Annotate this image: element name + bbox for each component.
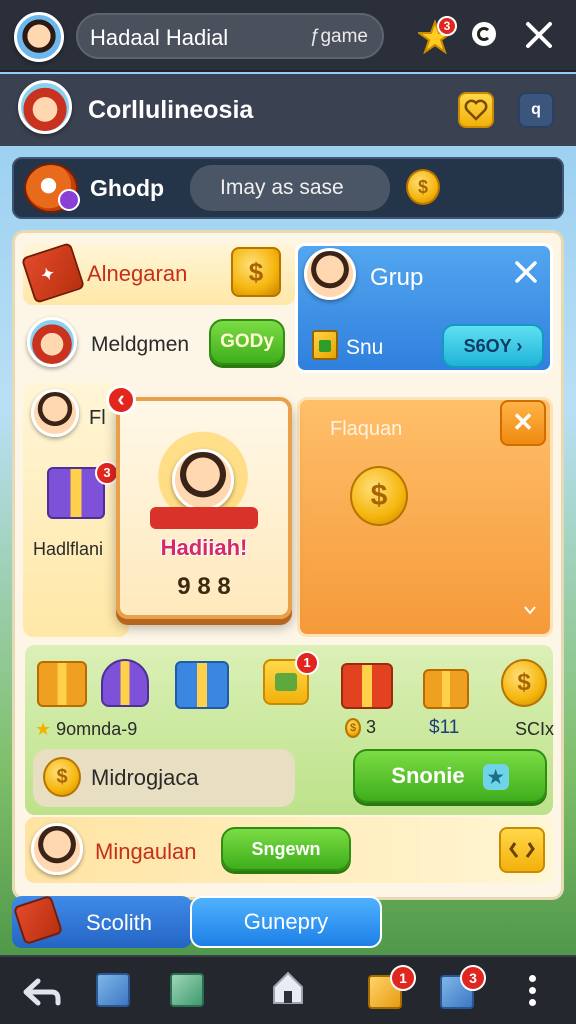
friend-avatar (31, 389, 79, 437)
popup-title: Hadiiah! (160, 535, 248, 560)
filter-pill-text: Imay as sase (220, 176, 344, 199)
search-button[interactable]: q (518, 92, 554, 128)
fl-label: Fl (89, 407, 106, 429)
link-icon (509, 842, 535, 858)
group-title: Grup (370, 264, 424, 291)
search-icon: q (531, 101, 541, 118)
ticket-icon (12, 894, 64, 946)
search-input[interactable]: Hadaal Hadial ƒgame (76, 13, 384, 59)
rewards-badge: 1 (295, 651, 319, 675)
reward-popup[interactable]: ‹ Hadiiah! 9 8 8 (106, 385, 292, 619)
popup-digits: 9 8 8 (177, 573, 231, 600)
card-alnegaran[interactable]: ✦ Alnegaran $ (20, 242, 295, 305)
reward-val1: $ 3 (345, 717, 376, 739)
member-action-button[interactable]: GODу (209, 319, 285, 365)
card-title: Alnegaran (87, 261, 188, 286)
rewards-label: ★ 9omnda-9 (35, 719, 138, 739)
chest-badge: 1 (390, 965, 416, 991)
close-icon[interactable] (524, 20, 554, 50)
shirt-shape (150, 507, 258, 529)
left-gift-card[interactable]: Fl 3 Hadlflani (23, 383, 129, 637)
rewards-left-text: 9omnda-9 (56, 719, 138, 739)
rewards-card: 1 $ ★ 9omnda-9 $ 3 $11 SCIx $ Midrogjaca… (25, 645, 555, 815)
box-badge: 3 (460, 965, 486, 991)
popup-avatar (172, 449, 234, 511)
orange-card-title: Flaquan (330, 418, 403, 440)
ticket-icon: ✦ (20, 242, 86, 304)
settings-icon[interactable] (472, 22, 496, 46)
coin-icon: $ (406, 169, 440, 205)
search-suffix: ƒgame (309, 26, 368, 47)
close-group-icon[interactable] (512, 258, 542, 288)
gift-icon-4[interactable] (341, 663, 393, 709)
bottom-row-avatar (31, 823, 83, 875)
gift-icon-3[interactable] (175, 661, 229, 709)
member-avatar (27, 317, 77, 367)
page-title: Corllulineosia (88, 96, 254, 124)
member-name: Meldgmen (91, 333, 190, 356)
reward-val2: $11 (429, 717, 460, 738)
close-orange-button[interactable]: ✕ (500, 400, 546, 446)
heart-icon (464, 99, 488, 121)
midrow-action-button[interactable]: Snonie ★ (353, 749, 547, 803)
group-action-button[interactable]: S6OY › (442, 324, 544, 368)
midrow-coin-icon: $ (43, 757, 81, 797)
search-row: Ghodp Imay as sase $ (12, 157, 564, 219)
back-icon[interactable]: ‹ (106, 385, 136, 415)
star-icon: ★ (482, 764, 509, 791)
bottom-row-card[interactable]: Mingaulan Sngewn (25, 817, 553, 883)
header-row: Corllulineosia q (0, 74, 576, 146)
card-item-icon (312, 330, 338, 360)
bottom-row-label: Mingaulan (95, 839, 197, 864)
group-avatar (304, 248, 356, 300)
gift-icon-5[interactable] (423, 669, 469, 709)
gift-label: Hadlflani (33, 539, 104, 559)
home-icon[interactable] (270, 969, 306, 1007)
chevron-down-icon[interactable] (522, 602, 538, 618)
group-card[interactable]: Grup Snu S6OY › (295, 243, 553, 373)
heart-button[interactable] (458, 92, 494, 128)
bottom-row-icon-button[interactable] (499, 827, 545, 873)
user-avatar[interactable] (14, 12, 64, 62)
filter-pill[interactable]: Imay as sase (190, 165, 390, 211)
top-bar: Hadaal Hadial ƒgame 3 (0, 0, 576, 72)
footer-tab[interactable]: Scolith (12, 894, 192, 948)
group-item-label: Snu (346, 336, 384, 359)
midrow-label: Midrogjaca (91, 765, 199, 790)
back-arrow-icon[interactable] (22, 975, 62, 1009)
more-menu-icon[interactable] (526, 975, 538, 1009)
gift-icon-1[interactable] (37, 661, 87, 707)
orange-card[interactable]: Flaquan ✕ $ (297, 397, 553, 637)
footer-main-button[interactable]: Gunepry (190, 896, 382, 948)
profile-avatar[interactable] (18, 80, 72, 134)
bottom-row-button[interactable]: Sngewn (221, 827, 351, 871)
notification-badge: 3 (437, 16, 457, 36)
reward-val3: SCIx (515, 719, 555, 739)
cube-icon-1[interactable] (96, 973, 130, 1007)
midrow-pill[interactable]: $ Midrogjaca (33, 749, 295, 807)
coin-button[interactable]: $ (231, 247, 281, 297)
close-icon: ✕ (512, 407, 534, 437)
reward-coin-icon[interactable]: $ (501, 659, 547, 707)
cube-icon-2[interactable] (170, 973, 204, 1007)
big-coin-icon: $ (350, 466, 408, 526)
gift-icon-2[interactable] (101, 659, 149, 707)
search-row-label: Ghodp (90, 175, 165, 201)
gem-icon (58, 189, 80, 211)
bottom-nav-bar: 1 3 (0, 955, 576, 1024)
footer-label: Scolith (86, 910, 153, 935)
search-text: Hadaal Hadial (90, 25, 229, 50)
